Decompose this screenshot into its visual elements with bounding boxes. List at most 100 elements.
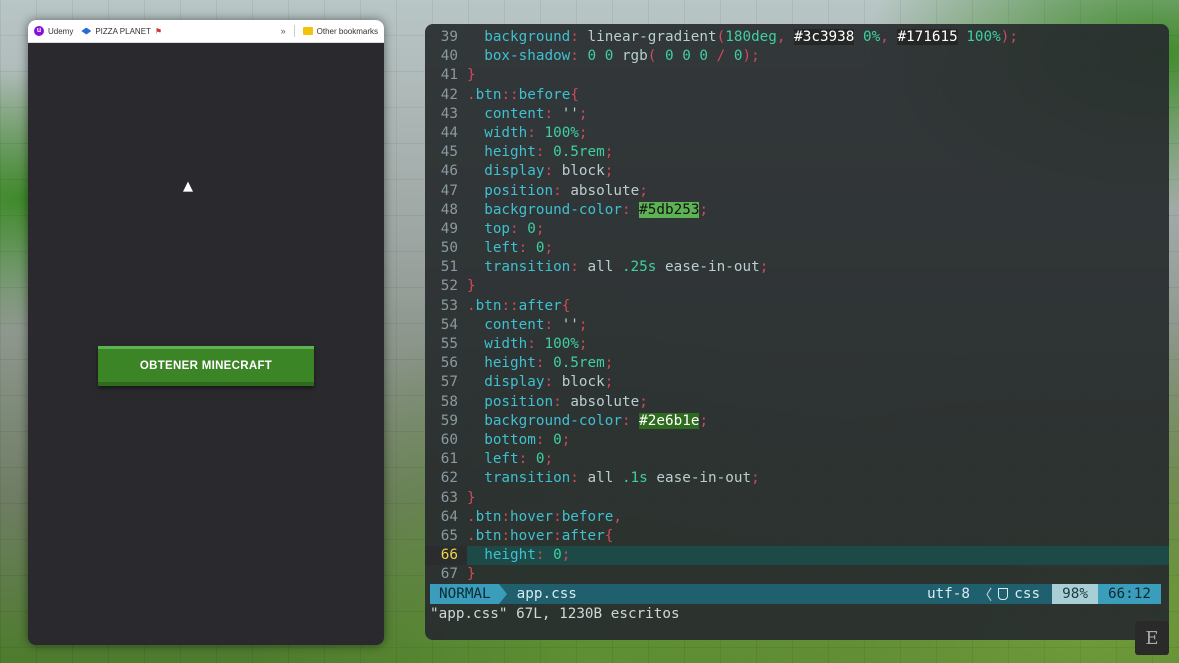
code-line[interactable]: 53 .btn::after{ xyxy=(425,297,1169,316)
code-line[interactable]: 62 transition: all .1s ease-in-out; xyxy=(425,469,1169,488)
code-line[interactable]: 44 width: 100%; xyxy=(425,124,1169,143)
code-token: ; xyxy=(604,163,614,180)
other-bookmarks-label: Other bookmarks xyxy=(316,26,378,36)
line-number: 44 xyxy=(440,124,458,141)
code-token: : xyxy=(544,105,562,122)
code-text: height: 0; xyxy=(467,546,570,565)
code-line[interactable]: 39 background: linear-gradient(180deg, #… xyxy=(425,28,1169,47)
code-token: ; xyxy=(699,201,709,218)
code-line[interactable]: 50 left: 0; xyxy=(425,239,1169,258)
code-token: block xyxy=(561,163,605,180)
code-token: :: xyxy=(501,297,519,314)
code-line[interactable]: 45 height: 0.5rem; xyxy=(425,143,1169,162)
code-token: : xyxy=(535,355,554,372)
code-token: ; xyxy=(578,336,588,352)
code-line[interactable]: 43 content: ''; xyxy=(425,105,1169,124)
page-viewport: ▲ OBTENER MINECRAFT xyxy=(28,43,384,645)
code-line[interactable]: 40 box-shadow: 0 0 rgb( 0 0 0 / 0); xyxy=(425,47,1169,66)
code-line[interactable]: 67} xyxy=(425,565,1169,584)
code-line[interactable]: 51 transition: all .25s ease-in-out; xyxy=(425,258,1169,277)
status-encoding: utf-8 xyxy=(926,586,970,602)
status-filename: app.css xyxy=(516,586,577,602)
code-token: position xyxy=(484,182,554,199)
code-line[interactable]: 63} xyxy=(425,489,1169,508)
code-line[interactable]: 60 bottom: 0; xyxy=(425,431,1169,450)
other-bookmarks[interactable]: Other bookmarks xyxy=(302,26,378,36)
code-line[interactable]: 64 .btn:hover:before, xyxy=(425,508,1169,527)
code-token: { xyxy=(561,297,571,314)
code-token: btn xyxy=(475,86,502,103)
bookmark-udemy[interactable]: u Udemy xyxy=(34,26,73,36)
code-text: top: 0; xyxy=(467,220,544,239)
color-swatch-token: #171615 xyxy=(897,29,958,45)
code-line-current[interactable]: 66 height: 0; xyxy=(425,546,1169,566)
code-token: height xyxy=(484,144,536,161)
code-token: width xyxy=(484,124,528,141)
code-token: .25s xyxy=(621,259,665,276)
color-swatch-token: #2e6b1e xyxy=(639,412,700,429)
line-number: 50 xyxy=(440,240,458,257)
line-number: 61 xyxy=(440,451,458,468)
code-token: ; xyxy=(561,431,571,448)
code-line[interactable]: 47 position: absolute; xyxy=(425,182,1169,201)
get-minecraft-button[interactable]: OBTENER MINECRAFT xyxy=(98,346,314,386)
bookmark-pizza-planet[interactable]: PIZZA PLANET ⚑ xyxy=(81,27,162,36)
code-line[interactable]: 56 height: 0.5rem; xyxy=(425,354,1169,373)
code-line[interactable]: 42 .btn::before{ xyxy=(425,86,1169,105)
code-token: background-color xyxy=(484,412,622,429)
code-token: ease-in-out xyxy=(656,470,752,487)
code-token: ); xyxy=(742,48,760,65)
code-line[interactable]: 41} xyxy=(425,66,1169,85)
code-token: display xyxy=(484,163,545,180)
code-token: left xyxy=(484,451,519,468)
code-token: content xyxy=(484,316,545,333)
code-token: . xyxy=(467,527,476,544)
code-line[interactable]: 58 position: absolute; xyxy=(425,393,1169,412)
line-number: 52 xyxy=(440,278,458,295)
code-line[interactable]: 61 left: 0; xyxy=(425,450,1169,469)
code-text: } xyxy=(467,277,476,296)
code-token: , xyxy=(613,508,622,525)
code-token: : xyxy=(527,124,545,141)
code-line[interactable]: 65 .btn:hover:after{ xyxy=(425,527,1169,546)
mouse-cursor-icon: ▲ xyxy=(183,179,193,194)
status-filetype: css xyxy=(1014,586,1041,602)
code-token: : xyxy=(570,29,588,45)
code-line[interactable]: 54 content: ''; xyxy=(425,316,1169,335)
code-token: '' xyxy=(561,105,579,122)
code-token: : xyxy=(570,259,588,276)
code-line[interactable]: 52} xyxy=(425,277,1169,296)
code-token: . xyxy=(467,508,476,525)
code-line[interactable]: 59 background-color: #2e6b1e; xyxy=(425,412,1169,431)
line-number: 66 xyxy=(425,546,467,566)
code-text: bottom: 0; xyxy=(467,431,570,450)
line-number: 43 xyxy=(440,105,458,122)
code-line[interactable]: 46 display: block; xyxy=(425,162,1169,181)
code-token: ; xyxy=(604,144,614,161)
code-token: .1s xyxy=(621,470,657,487)
code-token: '' xyxy=(561,316,579,333)
code-text: height: 0.5rem; xyxy=(467,354,613,373)
code-token: width xyxy=(484,336,528,352)
code-token: after xyxy=(561,527,605,544)
code-area[interactable]: 39 background: linear-gradient(180deg, #… xyxy=(425,28,1169,584)
more-bookmarks-chevron-icon[interactable]: » xyxy=(281,26,286,36)
code-line[interactable]: 57 display: block; xyxy=(425,373,1169,392)
channel-logo-icon: E xyxy=(1135,621,1169,655)
code-line[interactable]: 48 background-color: #5db253; xyxy=(425,201,1169,220)
code-text: } xyxy=(467,565,476,584)
code-token: : xyxy=(553,508,562,525)
code-token: 0 xyxy=(553,431,562,448)
code-line[interactable]: 49 top: 0; xyxy=(425,220,1169,239)
code-token: btn xyxy=(475,297,502,314)
code-token: ( xyxy=(716,29,726,45)
code-token: ; xyxy=(759,259,769,276)
code-line[interactable]: 55 width: 100%; xyxy=(425,335,1169,354)
